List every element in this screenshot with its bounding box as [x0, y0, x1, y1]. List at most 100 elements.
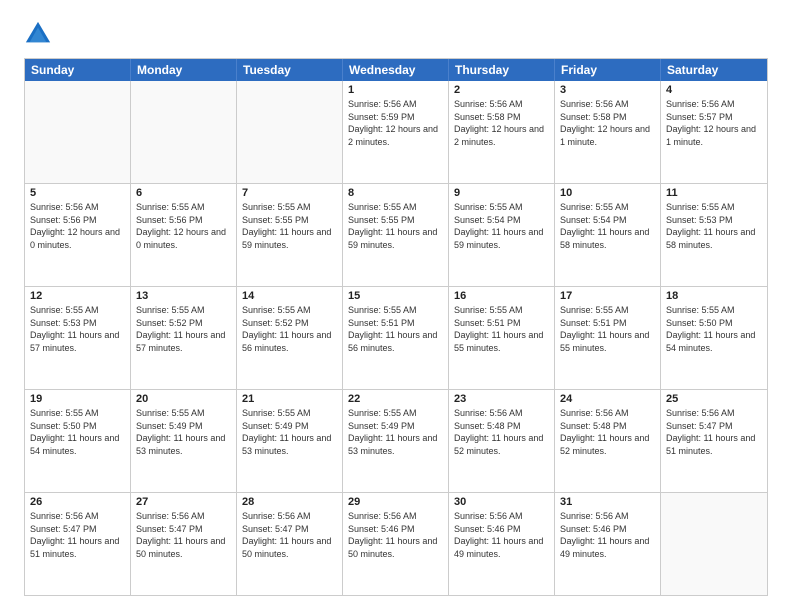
day-number: 3	[560, 84, 655, 96]
day-info: Sunrise: 5:56 AMSunset: 5:56 PMDaylight:…	[30, 201, 125, 251]
calendar-cell	[131, 81, 237, 183]
day-number: 18	[666, 290, 762, 302]
day-number: 14	[242, 290, 337, 302]
day-number: 13	[136, 290, 231, 302]
day-info: Sunrise: 5:55 AMSunset: 5:53 PMDaylight:…	[30, 304, 125, 354]
header-day-sunday: Sunday	[25, 59, 131, 81]
day-info: Sunrise: 5:56 AMSunset: 5:47 PMDaylight:…	[136, 510, 231, 560]
calendar-cell: 3 Sunrise: 5:56 AMSunset: 5:58 PMDaylight…	[555, 81, 661, 183]
calendar-row-3: 19 Sunrise: 5:55 AMSunset: 5:50 PMDayligh…	[25, 389, 767, 492]
day-info: Sunrise: 5:55 AMSunset: 5:50 PMDaylight:…	[30, 407, 125, 457]
day-number: 27	[136, 496, 231, 508]
day-number: 22	[348, 393, 443, 405]
calendar-cell: 8 Sunrise: 5:55 AMSunset: 5:55 PMDaylight…	[343, 184, 449, 286]
calendar-cell: 17 Sunrise: 5:55 AMSunset: 5:51 PMDayligh…	[555, 287, 661, 389]
calendar-cell: 4 Sunrise: 5:56 AMSunset: 5:57 PMDaylight…	[661, 81, 767, 183]
day-number: 19	[30, 393, 125, 405]
day-info: Sunrise: 5:55 AMSunset: 5:56 PMDaylight:…	[136, 201, 231, 251]
day-info: Sunrise: 5:56 AMSunset: 5:47 PMDaylight:…	[666, 407, 762, 457]
day-info: Sunrise: 5:56 AMSunset: 5:48 PMDaylight:…	[454, 407, 549, 457]
day-number: 8	[348, 187, 443, 199]
day-number: 4	[666, 84, 762, 96]
day-info: Sunrise: 5:55 AMSunset: 5:54 PMDaylight:…	[560, 201, 655, 251]
day-info: Sunrise: 5:55 AMSunset: 5:51 PMDaylight:…	[454, 304, 549, 354]
day-number: 21	[242, 393, 337, 405]
day-info: Sunrise: 5:56 AMSunset: 5:48 PMDaylight:…	[560, 407, 655, 457]
day-number: 10	[560, 187, 655, 199]
calendar-cell: 23Sunrise: 5:56 AMSunset: 5:48 PMDayligh…	[449, 390, 555, 492]
day-info: Sunrise: 5:56 AMSunset: 5:47 PMDaylight:…	[30, 510, 125, 560]
day-info: Sunrise: 5:56 AMSunset: 5:58 PMDaylight:…	[454, 98, 549, 148]
calendar-cell: 18 Sunrise: 5:55 AMSunset: 5:50 PMDayligh…	[661, 287, 767, 389]
day-info: Sunrise: 5:55 AMSunset: 5:49 PMDaylight:…	[348, 407, 443, 457]
calendar-cell: 10 Sunrise: 5:55 AMSunset: 5:54 PMDayligh…	[555, 184, 661, 286]
day-number: 5	[30, 187, 125, 199]
calendar-cell: 19 Sunrise: 5:55 AMSunset: 5:50 PMDayligh…	[25, 390, 131, 492]
day-number: 2	[454, 84, 549, 96]
calendar-cell: 6 Sunrise: 5:55 AMSunset: 5:56 PMDaylight…	[131, 184, 237, 286]
day-info: Sunrise: 5:56 AMSunset: 5:58 PMDaylight:…	[560, 98, 655, 148]
header-day-wednesday: Wednesday	[343, 59, 449, 81]
calendar-cell	[661, 493, 767, 595]
calendar-cell	[237, 81, 343, 183]
calendar-cell: 21 Sunrise: 5:55 AMSunset: 5:49 PMDayligh…	[237, 390, 343, 492]
calendar-cell: 11Sunrise: 5:55 AMSunset: 5:53 PMDayligh…	[661, 184, 767, 286]
calendar-row-1: 5 Sunrise: 5:56 AMSunset: 5:56 PMDaylight…	[25, 183, 767, 286]
calendar-cell: 28 Sunrise: 5:56 AMSunset: 5:47 PMDayligh…	[237, 493, 343, 595]
header-day-monday: Monday	[131, 59, 237, 81]
calendar-cell: 5 Sunrise: 5:56 AMSunset: 5:56 PMDaylight…	[25, 184, 131, 286]
day-number: 31	[560, 496, 655, 508]
calendar-cell: 13 Sunrise: 5:55 AMSunset: 5:52 PMDayligh…	[131, 287, 237, 389]
day-number: 1	[348, 84, 443, 96]
calendar-cell: 24 Sunrise: 5:56 AMSunset: 5:48 PMDayligh…	[555, 390, 661, 492]
day-info: Sunrise: 5:56 AMSunset: 5:59 PMDaylight:…	[348, 98, 443, 148]
calendar-cell: 27 Sunrise: 5:56 AMSunset: 5:47 PMDayligh…	[131, 493, 237, 595]
calendar-cell: 7 Sunrise: 5:55 AMSunset: 5:55 PMDaylight…	[237, 184, 343, 286]
calendar-cell: 29Sunrise: 5:56 AMSunset: 5:46 PMDayligh…	[343, 493, 449, 595]
day-info: Sunrise: 5:56 AMSunset: 5:57 PMDaylight:…	[666, 98, 762, 148]
header-day-friday: Friday	[555, 59, 661, 81]
calendar: SundayMondayTuesdayWednesdayThursdayFrid…	[24, 58, 768, 596]
day-info: Sunrise: 5:55 AMSunset: 5:52 PMDaylight:…	[242, 304, 337, 354]
calendar-cell: 9Sunrise: 5:55 AMSunset: 5:54 PMDaylight…	[449, 184, 555, 286]
header-day-tuesday: Tuesday	[237, 59, 343, 81]
header	[24, 20, 768, 48]
day-info: Sunrise: 5:55 AMSunset: 5:51 PMDaylight:…	[348, 304, 443, 354]
day-info: Sunrise: 5:55 AMSunset: 5:52 PMDaylight:…	[136, 304, 231, 354]
day-number: 24	[560, 393, 655, 405]
calendar-cell: 22 Sunrise: 5:55 AMSunset: 5:49 PMDayligh…	[343, 390, 449, 492]
day-info: Sunrise: 5:55 AMSunset: 5:51 PMDaylight:…	[560, 304, 655, 354]
page: SundayMondayTuesdayWednesdayThursdayFrid…	[0, 0, 792, 612]
day-number: 17	[560, 290, 655, 302]
calendar-cell: 15 Sunrise: 5:55 AMSunset: 5:51 PMDayligh…	[343, 287, 449, 389]
day-number: 16	[454, 290, 549, 302]
header-day-saturday: Saturday	[661, 59, 767, 81]
day-number: 12	[30, 290, 125, 302]
day-number: 28	[242, 496, 337, 508]
calendar-cell: 14 Sunrise: 5:55 AMSunset: 5:52 PMDayligh…	[237, 287, 343, 389]
day-number: 7	[242, 187, 337, 199]
day-info: Sunrise: 5:55 AMSunset: 5:53 PMDaylight:…	[666, 201, 762, 251]
calendar-cell: 26Sunrise: 5:56 AMSunset: 5:47 PMDayligh…	[25, 493, 131, 595]
day-number: 15	[348, 290, 443, 302]
calendar-cell: 16 Sunrise: 5:55 AMSunset: 5:51 PMDayligh…	[449, 287, 555, 389]
calendar-cell: 2 Sunrise: 5:56 AMSunset: 5:58 PMDaylight…	[449, 81, 555, 183]
day-info: Sunrise: 5:56 AMSunset: 5:46 PMDaylight:…	[348, 510, 443, 560]
logo-icon	[24, 20, 52, 48]
calendar-body: 1 Sunrise: 5:56 AMSunset: 5:59 PMDaylight…	[25, 81, 767, 595]
day-info: Sunrise: 5:55 AMSunset: 5:55 PMDaylight:…	[242, 201, 337, 251]
calendar-cell: 31Sunrise: 5:56 AMSunset: 5:46 PMDayligh…	[555, 493, 661, 595]
day-number: 6	[136, 187, 231, 199]
calendar-cell: 1 Sunrise: 5:56 AMSunset: 5:59 PMDaylight…	[343, 81, 449, 183]
calendar-row-4: 26Sunrise: 5:56 AMSunset: 5:47 PMDayligh…	[25, 492, 767, 595]
calendar-cell: 20Sunrise: 5:55 AMSunset: 5:49 PMDayligh…	[131, 390, 237, 492]
day-info: Sunrise: 5:55 AMSunset: 5:55 PMDaylight:…	[348, 201, 443, 251]
calendar-cell: 25Sunrise: 5:56 AMSunset: 5:47 PMDayligh…	[661, 390, 767, 492]
day-info: Sunrise: 5:55 AMSunset: 5:49 PMDaylight:…	[242, 407, 337, 457]
day-info: Sunrise: 5:56 AMSunset: 5:47 PMDaylight:…	[242, 510, 337, 560]
calendar-header-row: SundayMondayTuesdayWednesdayThursdayFrid…	[25, 59, 767, 81]
calendar-cell: 12 Sunrise: 5:55 AMSunset: 5:53 PMDayligh…	[25, 287, 131, 389]
day-info: Sunrise: 5:55 AMSunset: 5:50 PMDaylight:…	[666, 304, 762, 354]
header-day-thursday: Thursday	[449, 59, 555, 81]
calendar-cell	[25, 81, 131, 183]
